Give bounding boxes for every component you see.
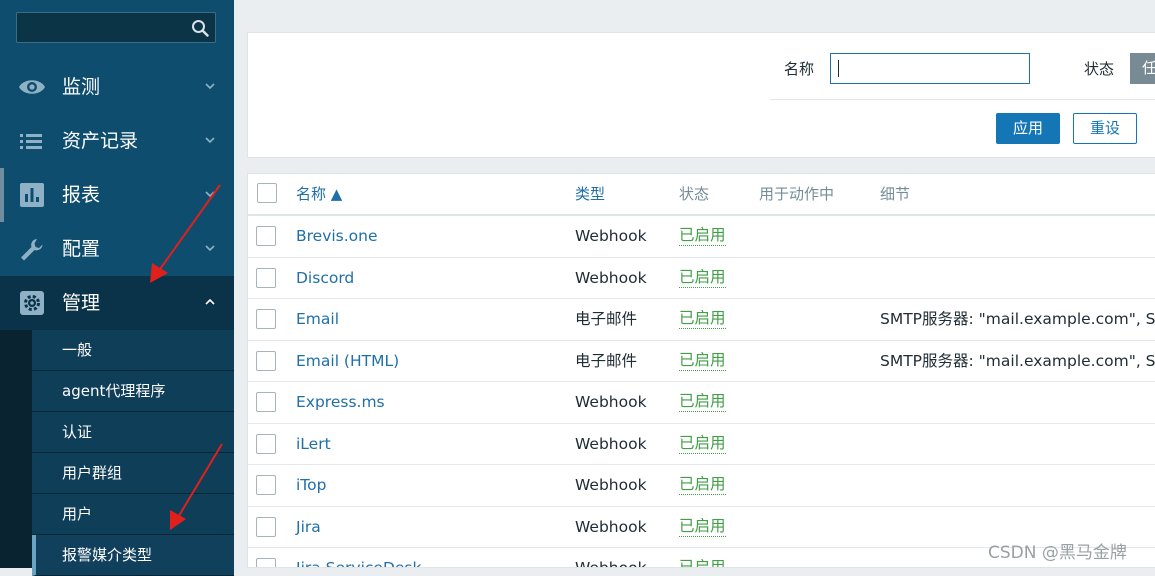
media-type-name-link[interactable]: Express.ms — [296, 392, 385, 412]
media-type-type: Webhook — [575, 434, 647, 453]
column-header-type[interactable]: 类型 — [575, 174, 605, 215]
row-checkbox[interactable] — [256, 350, 276, 371]
row-checkbox[interactable] — [256, 516, 276, 537]
status-enabled-link[interactable]: 已启用 — [679, 517, 726, 537]
status-enabled-link[interactable]: 已启用 — [679, 434, 726, 454]
eye-icon — [19, 80, 45, 94]
watermark: CSDN @黑马金牌 — [988, 543, 1127, 563]
row-checkbox[interactable] — [256, 226, 276, 246]
submenu-item-agents[interactable]: agent代理程序 — [32, 371, 234, 412]
status-enabled-link[interactable]: 已启用 — [679, 226, 726, 246]
filter-divider — [770, 99, 1155, 100]
table-row: Brevis.one Webhook 已启用 — [248, 216, 1155, 258]
list-icon — [20, 134, 42, 149]
media-types-table: 名称 ▲ 类型 状态 用于动作中 细节 Brevis.one Webhook 已… — [247, 173, 1155, 568]
media-type-name-link[interactable]: iLert — [296, 434, 331, 454]
chevron-down-icon — [205, 245, 215, 252]
admin-submenu: 一般 agent代理程序 认证 用户群组 用户 报警媒介类型 — [0, 330, 234, 576]
menu-item-label: 报表 — [62, 184, 101, 206]
media-type-name-link[interactable]: Jira — [296, 517, 321, 537]
row-checkbox[interactable] — [256, 433, 276, 454]
media-type-type: Webhook — [575, 559, 647, 568]
table-row: Express.ms Webhook 已启用 — [248, 382, 1155, 424]
submenu-item-label: 认证 — [62, 423, 93, 441]
filter-panel: 名称 状态 任 应用 重设 — [247, 32, 1155, 158]
table-row: Email 电子邮件 已启用 SMTP服务器: "mail.example.co… — [248, 299, 1155, 341]
status-enabled-link[interactable]: 已启用 — [679, 268, 726, 288]
reset-button[interactable]: 重设 — [1073, 113, 1137, 144]
menu-item-label: 管理 — [62, 292, 101, 314]
gear-icon — [20, 291, 44, 315]
row-checkbox[interactable] — [256, 392, 276, 412]
column-header-name[interactable]: 名称 ▲ — [296, 174, 342, 215]
status-enabled-link[interactable]: 已启用 — [679, 475, 726, 495]
media-type-name-link[interactable]: Discord — [296, 268, 354, 288]
submenu-item-media-types[interactable]: 报警媒介类型 — [32, 535, 234, 576]
row-checkbox[interactable] — [256, 267, 276, 288]
submenu-item-authentication[interactable]: 认证 — [32, 412, 234, 453]
chevron-down-icon — [205, 83, 215, 90]
column-header-used-in-actions: 用于动作中 — [759, 185, 835, 203]
row-checkbox[interactable] — [256, 558, 276, 567]
menu-item-label: 监测 — [62, 76, 101, 98]
chevron-down-icon — [205, 137, 215, 144]
menu-item-label: 配置 — [62, 238, 101, 260]
apply-button[interactable]: 应用 — [996, 113, 1060, 144]
media-type-name-link[interactable]: Jira ServiceDesk — [296, 558, 421, 567]
submenu-item-label: 报警媒介类型 — [62, 546, 153, 564]
media-type-type: Webhook — [575, 476, 647, 494]
table-row: Discord Webhook 已启用 — [248, 258, 1155, 299]
media-type-details: SMTP服务器: "mail.example.com", SM — [880, 351, 1155, 370]
chevron-down-icon — [205, 191, 215, 198]
filter-status-label: 状态 — [1084, 60, 1115, 78]
media-type-type: 电子邮件 — [575, 351, 638, 370]
menu-item-configuration[interactable]: 配置 — [0, 222, 234, 276]
filter-name-input[interactable] — [830, 53, 1030, 84]
text-caret — [838, 60, 839, 77]
table-row: iLert Webhook 已启用 — [248, 424, 1155, 465]
submenu-item-general[interactable]: 一般 — [32, 330, 234, 371]
submenu-item-label: agent代理程序 — [62, 382, 166, 400]
menu-item-reports[interactable]: 报表 — [0, 168, 234, 222]
sidebar: 监测 资产记录 报表 配置 管理 一般 agent代理程序 认证 用户群组 用户… — [0, 0, 234, 576]
menu-item-monitoring[interactable]: 监测 — [0, 60, 234, 114]
media-type-name-link[interactable]: iTop — [296, 475, 326, 495]
submenu-item-users[interactable]: 用户 — [32, 494, 234, 535]
sidebar-search-input[interactable] — [16, 12, 216, 43]
table-row: Email (HTML) 电子邮件 已启用 SMTP服务器: "mail.exa… — [248, 341, 1155, 382]
column-header-status: 状态 — [679, 185, 710, 203]
status-enabled-link[interactable]: 已启用 — [679, 392, 726, 412]
table-row: iTop Webhook 已启用 — [248, 465, 1155, 507]
row-checkbox[interactable] — [256, 309, 276, 329]
status-enabled-link[interactable]: 已启用 — [679, 351, 726, 371]
media-type-type: Webhook — [575, 227, 647, 245]
status-enabled-link[interactable]: 已启用 — [679, 309, 726, 329]
submenu-item-label: 用户群组 — [62, 464, 123, 482]
media-type-type: Webhook — [575, 268, 647, 287]
media-type-name-link[interactable]: Brevis.one — [296, 226, 378, 246]
media-type-type: Webhook — [575, 517, 647, 536]
media-type-type: 电子邮件 — [575, 310, 638, 328]
menu-item-label: 资产记录 — [62, 130, 139, 152]
menu-item-administration[interactable]: 管理 — [0, 276, 234, 330]
menu-item-inventory[interactable]: 资产记录 — [0, 114, 234, 168]
column-header-details: 细节 — [880, 185, 911, 203]
bar-chart-icon — [20, 183, 44, 207]
media-type-type: Webhook — [575, 393, 647, 411]
row-checkbox[interactable] — [256, 475, 276, 495]
submenu-item-label: 用户 — [62, 505, 93, 523]
chevron-up-icon — [205, 298, 215, 305]
select-all-checkbox[interactable] — [257, 183, 277, 203]
media-type-name-link[interactable]: Email — [296, 309, 339, 329]
submenu-item-user-groups[interactable]: 用户群组 — [32, 453, 234, 494]
media-type-name-link[interactable]: Email (HTML) — [296, 351, 399, 371]
search-icon[interactable] — [191, 19, 209, 37]
status-enabled-link[interactable]: 已启用 — [679, 558, 726, 567]
status-any-toggle[interactable]: 任 — [1130, 53, 1155, 84]
filter-name-label: 名称 — [784, 60, 815, 78]
submenu-item-label: 一般 — [62, 341, 93, 359]
media-type-details: SMTP服务器: "mail.example.com", SM — [880, 310, 1155, 328]
wrench-icon — [21, 239, 43, 261]
